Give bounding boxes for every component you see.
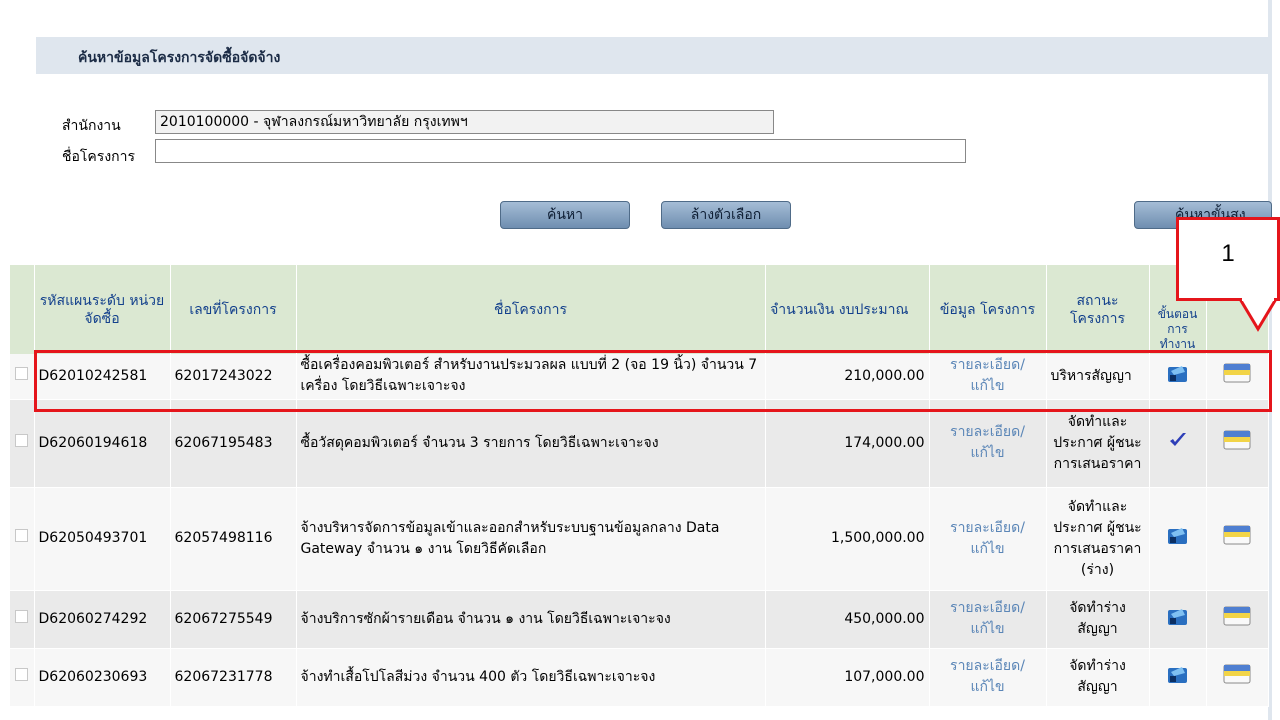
office-field[interactable]: 2010100000 - จุฬาลงกรณ์มหาวิทยาลัย กรุงเ…: [155, 110, 774, 134]
row-checkbox[interactable]: [15, 433, 29, 447]
table-header-row: รหัสแผนระดับ หน่วยจัดซื้อ เลขที่โครงการ …: [10, 265, 1269, 354]
table-row[interactable]: D62050493701 62057498116 จ้างบริหารจัดกา…: [10, 487, 1269, 591]
document-icon[interactable]: [1223, 362, 1251, 391]
search-button[interactable]: ค้นหา: [500, 201, 630, 229]
project-name-input[interactable]: [155, 139, 966, 163]
search-header-bar: ค้นหาข้อมูลโครงการจัดซื้อจัดจ้าง: [36, 37, 1268, 74]
budget-cell: 210,000.00: [765, 354, 930, 400]
project-no-cell: 62067231778: [170, 648, 297, 707]
check-icon[interactable]: [1169, 431, 1187, 456]
table-row[interactable]: D62060274292 62067275549 จ้างบริการซักผ้…: [10, 590, 1269, 649]
header-project-no: เลขที่โครงการ: [170, 265, 297, 354]
annotation-label: 1: [1221, 240, 1235, 267]
header-plan-code: รหัสแผนระดับ หน่วยจัดซื้อ: [34, 265, 171, 354]
row-checkbox[interactable]: [15, 529, 29, 542]
status-cell: จัดทำร่างสัญญา: [1046, 590, 1150, 649]
document-icon[interactable]: [1223, 429, 1251, 458]
table-row[interactable]: D62060194618 62067195483 ซื้อวัสดุคอมพิว…: [10, 399, 1269, 488]
work-icon[interactable]: [1167, 363, 1189, 390]
budget-cell: 107,000.00: [765, 648, 930, 707]
callout-pointer: [1238, 298, 1278, 332]
document-icon[interactable]: [1223, 524, 1251, 553]
project-name-cell: จ้างบริการซักผ้ารายเดือน จำนวน ๑ งาน โดย…: [296, 590, 766, 649]
project-name-label: ชื่อโครงการ: [62, 149, 136, 165]
work-icon[interactable]: [1167, 525, 1189, 552]
document-icon[interactable]: [1223, 663, 1251, 692]
project-table: รหัสแผนระดับ หน่วยจัดซื้อ เลขที่โครงการ …: [10, 265, 1269, 707]
status-cell: จัดทำร่างสัญญา: [1046, 648, 1150, 707]
project-name-cell: ซื้อเครื่องคอมพิวเตอร์ สำหรับงานประมวลผล…: [296, 354, 766, 400]
status-cell: บริหารสัญญา: [1046, 354, 1150, 400]
header-select: [10, 265, 35, 354]
office-label: สำนักงาน: [62, 118, 121, 134]
plan-code-cell: D62060194618: [34, 399, 171, 488]
header-info: ข้อมูล โครงการ: [929, 265, 1047, 354]
row-checkbox[interactable]: [15, 609, 29, 623]
table-row[interactable]: D62060230693 62067231778 จ้างทำเสื้อโปโล…: [10, 648, 1269, 707]
detail-edit-link[interactable]: รายละเอียด/แก้ไข: [950, 520, 1025, 557]
plan-code-cell: D62060274292: [34, 590, 171, 649]
header-project-name: ชื่อโครงการ: [296, 265, 766, 354]
row-checkbox[interactable]: [15, 366, 29, 380]
table-row[interactable]: D62010242581 62017243022 ซื้อเครื่องคอมพ…: [10, 354, 1269, 400]
budget-cell: 174,000.00: [765, 399, 930, 488]
project-name-cell: ซื้อวัสดุคอมพิวเตอร์ จำนวน 3 รายการ โดยว…: [296, 399, 766, 488]
clear-button[interactable]: ล้างตัวเลือก: [661, 201, 791, 229]
project-no-cell: 62067195483: [170, 399, 297, 488]
project-name-cell: จ้างบริหารจัดการข้อมูลเข้าและออกสำหรับระ…: [296, 487, 766, 591]
budget-cell: 450,000.00: [765, 590, 930, 649]
right-border: [1268, 0, 1272, 720]
status-cell: จัดทำและประกาศ ผู้ชนะการเสนอราคา: [1046, 399, 1150, 488]
annotation-callout: 1: [1176, 217, 1280, 301]
budget-cell: 1,500,000.00: [765, 487, 930, 591]
detail-edit-link[interactable]: รายละเอียด/แก้ไข: [950, 658, 1025, 695]
work-icon[interactable]: [1167, 664, 1189, 691]
page-title: ค้นหาข้อมูลโครงการจัดซื้อจัดจ้าง: [78, 50, 281, 66]
project-no-cell: 62067275549: [170, 590, 297, 649]
row-checkbox[interactable]: [15, 667, 29, 681]
plan-code-cell: D62010242581: [34, 354, 171, 400]
project-no-cell: 62057498116: [170, 487, 297, 591]
work-icon[interactable]: [1167, 606, 1189, 633]
header-budget: จำนวนเงิน งบประมาณ: [765, 265, 930, 354]
header-status: สถานะ โครงการ: [1046, 265, 1150, 354]
project-name-cell: จ้างทำเสื้อโปโลสีม่วง จำนวน 400 ตัว โดยว…: [296, 648, 766, 707]
project-no-cell: 62017243022: [170, 354, 297, 400]
plan-code-cell: D62060230693: [34, 648, 171, 707]
document-icon[interactable]: [1223, 605, 1251, 634]
detail-edit-link[interactable]: รายละเอียด/แก้ไข: [950, 357, 1025, 394]
status-cell: จัดทำและประกาศ ผู้ชนะการเสนอราคา (ร่าง): [1046, 487, 1150, 591]
plan-code-cell: D62050493701: [34, 487, 171, 591]
detail-edit-link[interactable]: รายละเอียด/แก้ไข: [950, 424, 1025, 461]
detail-edit-link[interactable]: รายละเอียด/แก้ไข: [950, 600, 1025, 637]
